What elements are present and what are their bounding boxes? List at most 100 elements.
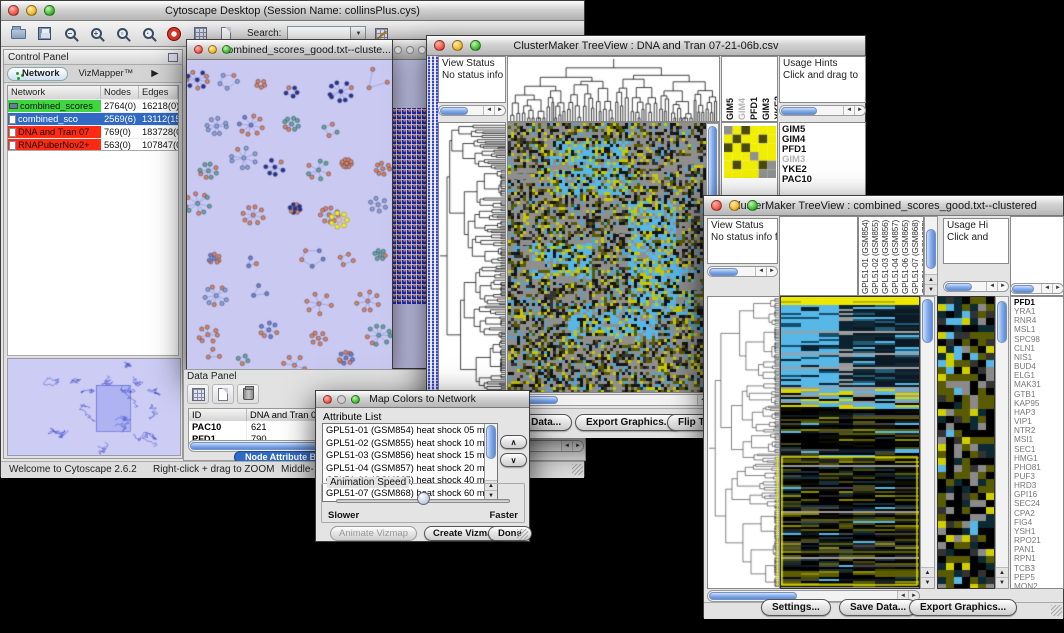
- detail-vscrollbar[interactable]: ▲ ▼: [995, 296, 1009, 589]
- minimize-icon[interactable]: [729, 200, 740, 211]
- map-colors-titlebar[interactable]: Map Colors to Network: [316, 391, 529, 408]
- tab-network[interactable]: Network: [7, 67, 68, 81]
- resize-grip[interactable]: [1051, 605, 1062, 616]
- scroll-right-icon[interactable]: ►: [572, 441, 583, 451]
- export-graphics-button[interactable]: Export Graphics...: [909, 599, 1017, 616]
- scroll-left-icon[interactable]: ◄: [483, 106, 494, 115]
- gene-label[interactable]: CLN1: [1011, 344, 1063, 353]
- zoom-window-icon[interactable]: [470, 40, 481, 51]
- scroll-left-icon[interactable]: ◄: [986, 282, 997, 291]
- close-icon[interactable]: [711, 200, 722, 211]
- gene-label[interactable]: PAC10: [780, 175, 865, 185]
- usage-hints-scrollbar[interactable]: ◄►: [779, 105, 866, 116]
- animate-vizmap-button[interactable]: Animate Vizmap: [330, 526, 417, 541]
- view-status-scrollbar[interactable]: ◄►: [707, 266, 778, 277]
- gene-label[interactable]: NIS1: [1011, 353, 1063, 362]
- zoom-window-icon[interactable]: [222, 45, 231, 54]
- gene-label[interactable]: HAP3: [1011, 408, 1063, 417]
- col-edges[interactable]: Edges: [139, 86, 178, 99]
- array-label[interactable]: GPL51-02 (GSM855): [871, 220, 880, 294]
- delete-attribute-icon[interactable]: [237, 384, 259, 404]
- minimize-icon[interactable]: [337, 395, 346, 404]
- gene-label[interactable]: VIP1: [1011, 417, 1063, 426]
- resize-grip[interactable]: [517, 529, 528, 540]
- gene-label[interactable]: SPC98: [1011, 335, 1063, 344]
- heatmap-view[interactable]: ▲ ▼: [507, 122, 720, 393]
- array-label[interactable]: GPL51-07 (GSM868): [911, 220, 920, 294]
- gene-label[interactable]: PEP5: [1011, 573, 1063, 582]
- network-row[interactable]: combined_sco2569(6)13112(15): [8, 112, 178, 125]
- scroll-right-icon[interactable]: ►: [1052, 284, 1063, 293]
- array-dendrogram[interactable]: [507, 56, 720, 122]
- gene-label[interactable]: TCB3: [1011, 564, 1063, 573]
- gene-label[interactable]: HRD3: [1011, 481, 1063, 490]
- array-label[interactable]: GPL51-04 (GSM857): [891, 220, 900, 294]
- attribute-item[interactable]: GPL51-02 (GSM855) heat shock 10 min: [323, 437, 484, 450]
- gene-label[interactable]: GPI16: [1011, 490, 1063, 499]
- zoomed-detail-view[interactable]: [937, 296, 995, 589]
- close-icon[interactable]: [394, 46, 402, 54]
- gene-dendrogram[interactable]: [438, 122, 506, 393]
- scroll-right-icon[interactable]: ►: [766, 267, 777, 276]
- create-attribute-icon[interactable]: [212, 384, 234, 404]
- speed-slider-thumb[interactable]: [417, 492, 430, 505]
- scroll-left-icon[interactable]: ◄: [843, 106, 854, 115]
- usage-hints-scrollbar[interactable]: ◄►: [943, 281, 1009, 292]
- scroll-down-icon[interactable]: ▼: [921, 577, 934, 588]
- gene-label[interactable]: YRA1: [1011, 307, 1063, 316]
- gene-label[interactable]: BUD4: [1011, 362, 1063, 371]
- float-panel-icon[interactable]: [168, 53, 178, 62]
- scroll-left-icon[interactable]: ◄: [755, 267, 766, 276]
- array-label[interactable]: GIM5: [725, 98, 735, 120]
- network-row[interactable]: DNA and Tran 07769(0)183728(0): [8, 125, 178, 138]
- scroll-left-icon[interactable]: ◄: [561, 441, 572, 451]
- gene-label[interactable]: NTR2: [1011, 426, 1063, 435]
- minimize-icon[interactable]: [452, 40, 463, 51]
- tab-[interactable]: ▶: [143, 67, 166, 81]
- array-label[interactable]: YKE2: [773, 96, 778, 120]
- gene-label[interactable]: PHO81: [1011, 463, 1063, 472]
- gene-label[interactable]: ELG1: [1011, 371, 1063, 380]
- gene-dendrogram[interactable]: [707, 296, 780, 589]
- heatmap-vscrollbar[interactable]: ▲ ▼: [920, 296, 935, 589]
- gene-label[interactable]: GTB1: [1011, 390, 1063, 399]
- array-label[interactable]: PFD1: [749, 97, 759, 120]
- gene-label[interactable]: SEC1: [1011, 445, 1063, 454]
- array-label[interactable]: GPL51-03 (GSM856): [881, 220, 890, 294]
- network-row[interactable]: combined_scores2764(0)16218(0): [8, 99, 178, 112]
- col-nodes[interactable]: Nodes: [101, 86, 139, 99]
- minimize-icon[interactable]: [406, 46, 414, 54]
- array-label[interactable]: GPL51-01 (GSM854): [861, 220, 870, 294]
- scroll-down-icon[interactable]: ▼: [996, 577, 1008, 588]
- zoom-window-icon[interactable]: [44, 5, 55, 16]
- open-file-icon[interactable]: [7, 24, 29, 44]
- help-icon[interactable]: [163, 24, 185, 44]
- minimize-icon[interactable]: [208, 45, 217, 54]
- view-status-scrollbar[interactable]: ◄►: [438, 105, 506, 116]
- attribute-item[interactable]: GPL51-04 (GSM857) heat shock 20 min: [323, 462, 484, 475]
- gene-label[interactable]: PAN1: [1011, 545, 1063, 554]
- gene-label[interactable]: RPN1: [1011, 554, 1063, 563]
- gene-label[interactable]: SEC24: [1011, 499, 1063, 508]
- network-canvas[interactable]: [187, 60, 392, 372]
- save-icon[interactable]: [33, 24, 55, 44]
- heatmap-view[interactable]: [780, 296, 920, 589]
- array-dendrogram[interactable]: [779, 216, 858, 296]
- array-label[interactable]: GPL51-06 (GSM865): [901, 220, 910, 294]
- attribute-item[interactable]: GPL51-03 (GSM856) heat shock 15 min: [323, 449, 484, 462]
- scroll-right-icon[interactable]: ►: [494, 106, 505, 115]
- col-network[interactable]: Network: [8, 86, 101, 99]
- close-icon[interactable]: [194, 45, 203, 54]
- global-overview-strip[interactable]: [428, 56, 438, 393]
- gene-label[interactable]: MSI1: [1011, 435, 1063, 444]
- zoom-window-icon[interactable]: [351, 395, 360, 404]
- gene-label[interactable]: PUF3: [1011, 472, 1063, 481]
- scroll-down-icon[interactable]: ▼: [925, 284, 937, 295]
- close-icon[interactable]: [8, 5, 19, 16]
- birds-eye-view[interactable]: [7, 358, 181, 456]
- gene-label[interactable]: KAP95: [1011, 399, 1063, 408]
- zoom-window-icon[interactable]: [747, 200, 758, 211]
- gene-label[interactable]: PFD1: [1011, 298, 1063, 307]
- close-icon[interactable]: [434, 40, 445, 51]
- scroll-right-icon[interactable]: ►: [997, 282, 1008, 291]
